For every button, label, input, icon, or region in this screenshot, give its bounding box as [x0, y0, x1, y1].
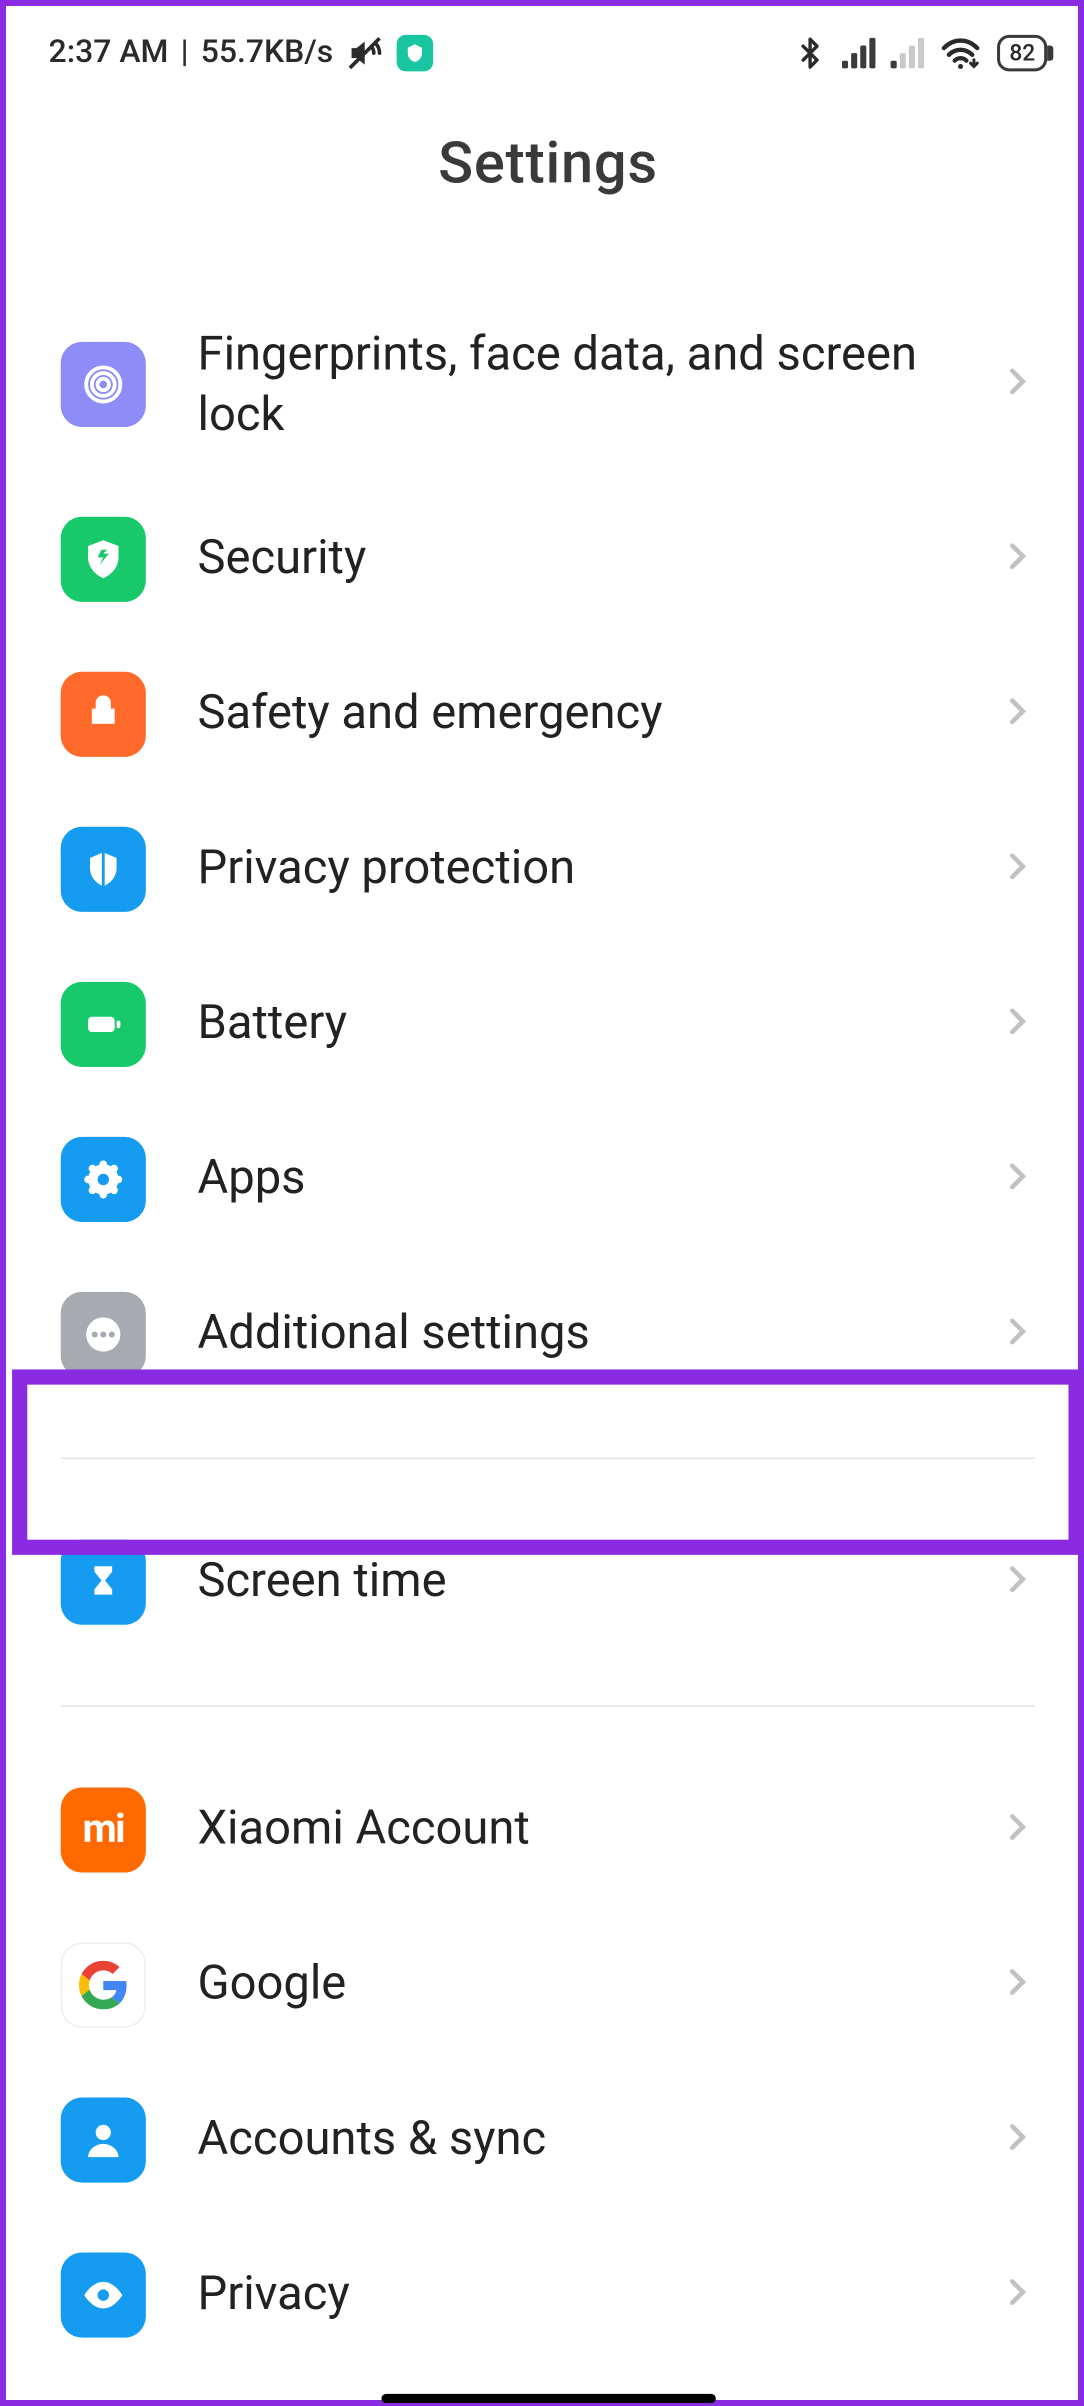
screenshot-frame: 2:37 AM | 55.7KB/s — [0, 0, 1084, 2406]
wifi-icon — [939, 36, 982, 69]
status-bar: 2:37 AM | 55.7KB/s — [6, 6, 1084, 88]
row-screen-time[interactable]: Screen time — [61, 1504, 1036, 1659]
chevron-right-icon — [999, 1560, 1035, 1603]
row-label: Google — [198, 1954, 948, 2015]
chevron-right-icon — [999, 692, 1035, 735]
chevron-right-icon — [999, 1963, 1035, 2006]
status-speed: 55.7KB/s — [201, 35, 334, 71]
row-label: Fingerprints, face data, and screen lock — [198, 324, 948, 447]
privacy-shield-icon — [61, 826, 146, 911]
chevron-right-icon — [999, 1003, 1035, 1046]
more-icon — [61, 1291, 146, 1376]
signal-icon-2 — [891, 38, 924, 68]
row-label: Apps — [198, 1148, 948, 1209]
mute-icon — [345, 33, 385, 73]
row-label: Screen time — [198, 1551, 948, 1612]
chevron-right-icon — [999, 1808, 1035, 1851]
row-apps[interactable]: Apps — [61, 1101, 1036, 1256]
row-label: Safety and emergency — [198, 683, 948, 744]
screen: 2:37 AM | 55.7KB/s — [6, 6, 1084, 2406]
battery-level: 82 — [1009, 39, 1035, 66]
emergency-icon — [61, 671, 146, 756]
row-label: Security — [198, 528, 948, 589]
chevron-right-icon — [999, 1313, 1035, 1356]
row-privacy-protection[interactable]: Privacy protection — [61, 791, 1036, 946]
chevron-right-icon — [999, 2273, 1035, 2316]
row-fingerprints[interactable]: Fingerprints, face data, and screen lock — [61, 289, 1036, 481]
app-badge-icon — [397, 35, 433, 71]
eye-icon — [61, 2252, 146, 2337]
status-sep: | — [181, 35, 189, 71]
row-safety[interactable]: Safety and emergency — [61, 636, 1036, 791]
row-xiaomi-account[interactable]: mi Xiaomi Account — [61, 1752, 1036, 1907]
chevron-right-icon — [999, 847, 1035, 890]
status-left: 2:37 AM | 55.7KB/s — [49, 33, 434, 73]
chevron-right-icon — [999, 537, 1035, 580]
row-label: Accounts & sync — [198, 2109, 948, 2170]
status-time: 2:37 AM — [49, 35, 169, 71]
divider — [61, 1705, 1036, 1707]
row-google[interactable]: Google — [61, 1907, 1036, 2062]
row-label: Battery — [198, 993, 948, 1054]
row-label: Additional settings — [198, 1303, 948, 1364]
row-label: Xiaomi Account — [198, 1799, 948, 1860]
status-right: 82 — [794, 35, 1048, 71]
row-label: Privacy protection — [198, 838, 948, 899]
chevron-right-icon — [999, 1158, 1035, 1201]
row-security[interactable]: Security — [61, 481, 1036, 636]
apps-gear-icon — [61, 1136, 146, 1221]
xiaomi-icon: mi — [61, 1787, 146, 1872]
shield-icon — [61, 516, 146, 601]
google-icon — [61, 1942, 146, 2027]
battery-icon: 82 — [997, 35, 1047, 71]
row-additional-settings[interactable]: Additional settings — [61, 1256, 1036, 1411]
row-label: Privacy — [198, 2264, 948, 2325]
person-icon — [61, 2097, 146, 2182]
fingerprint-icon — [61, 342, 146, 427]
signal-icon-1 — [842, 38, 875, 68]
chevron-right-icon — [999, 364, 1035, 407]
chevron-right-icon — [999, 2118, 1035, 2161]
page-title: Settings — [6, 88, 1084, 289]
hourglass-icon — [61, 1539, 146, 1624]
divider — [61, 1457, 1036, 1459]
bluetooth-icon — [794, 35, 827, 71]
row-privacy[interactable]: Privacy — [61, 2217, 1036, 2372]
row-accounts-sync[interactable]: Accounts & sync — [61, 2062, 1036, 2217]
row-battery[interactable]: Battery — [61, 946, 1036, 1101]
settings-list[interactable]: Fingerprints, face data, and screen lock… — [6, 289, 1084, 2372]
battery-row-icon — [61, 981, 146, 1066]
home-indicator[interactable] — [381, 2394, 715, 2403]
